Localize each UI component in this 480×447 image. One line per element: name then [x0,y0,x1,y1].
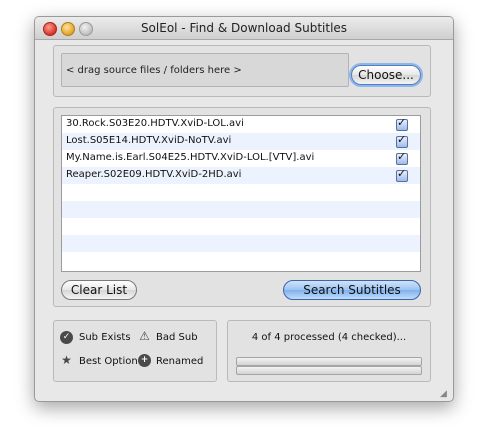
progress-bar [236,357,422,366]
empty-row [62,201,420,218]
check-circle-icon: ✓ [60,331,73,344]
legend-bad-sub: Bad Sub [156,332,198,343]
title-bar: SolEol - Find & Download Subtitles [35,17,453,40]
star-icon: ★ [61,353,72,367]
empty-row [62,218,420,235]
file-name: Reaper.S02E09.HDTV.XviD-2HD.avi [66,169,242,180]
file-checkbox[interactable]: ✓ [396,150,408,165]
choose-button[interactable]: Choose... [351,65,421,85]
status-group: 4 of 4 processed (4 checked)... [227,320,431,382]
file-list[interactable]: 30.Rock.S03E20.HDTV.XviD-LOL.avi ✓ Lost.… [61,115,421,272]
checkmark-icon: ✓ [397,150,407,163]
file-checkbox[interactable]: ✓ [396,116,408,131]
list-item[interactable]: My.Name.is.Earl.S04E25.HDTV.XviD-LOL.[VT… [62,150,420,167]
legend-best-option: Best Option [79,356,138,367]
search-subtitles-button[interactable]: Search Subtitles [283,280,421,300]
resize-grip-icon[interactable]: ◢ [440,389,450,399]
list-item[interactable]: Reaper.S02E09.HDTV.XviD-2HD.avi ✓ [62,167,420,184]
legend-renamed: Renamed [156,356,204,367]
file-checkbox[interactable]: ✓ [396,133,408,148]
checkmark-icon: ✓ [397,167,407,180]
empty-row [62,235,420,252]
empty-row [62,252,420,269]
app-window: SolEol - Find & Download Subtitles < dra… [34,16,454,402]
checkmark-icon: ✓ [397,116,407,129]
list-item[interactable]: 30.Rock.S03E20.HDTV.XviD-LOL.avi ✓ [62,116,420,133]
legend-group [53,320,217,382]
empty-row [62,184,420,201]
file-checkbox[interactable]: ✓ [396,167,408,182]
file-name: My.Name.is.Earl.S04E25.HDTV.XviD-LOL.[VT… [66,152,315,163]
drop-area[interactable]: < drag source files / folders here > [61,53,349,87]
checkmark-icon: ✓ [397,133,407,146]
file-name: 30.Rock.S03E20.HDTV.XviD-LOL.avi [66,118,244,129]
list-item[interactable]: Lost.S05E14.HDTV.XviD-NoTV.avi ✓ [62,133,420,150]
plus-circle-icon: + [138,354,151,367]
warning-icon: ⚠ [139,329,150,343]
file-name: Lost.S05E14.HDTV.XviD-NoTV.avi [66,135,232,146]
clear-list-button[interactable]: Clear List [61,280,137,300]
window-title: SolEol - Find & Download Subtitles [140,21,348,35]
drop-area-label: < drag source files / folders here > [66,65,242,76]
status-text: 4 of 4 processed (4 checked)... [251,332,407,343]
legend-sub-exists: Sub Exists [79,332,131,343]
progress-bar [236,366,422,375]
